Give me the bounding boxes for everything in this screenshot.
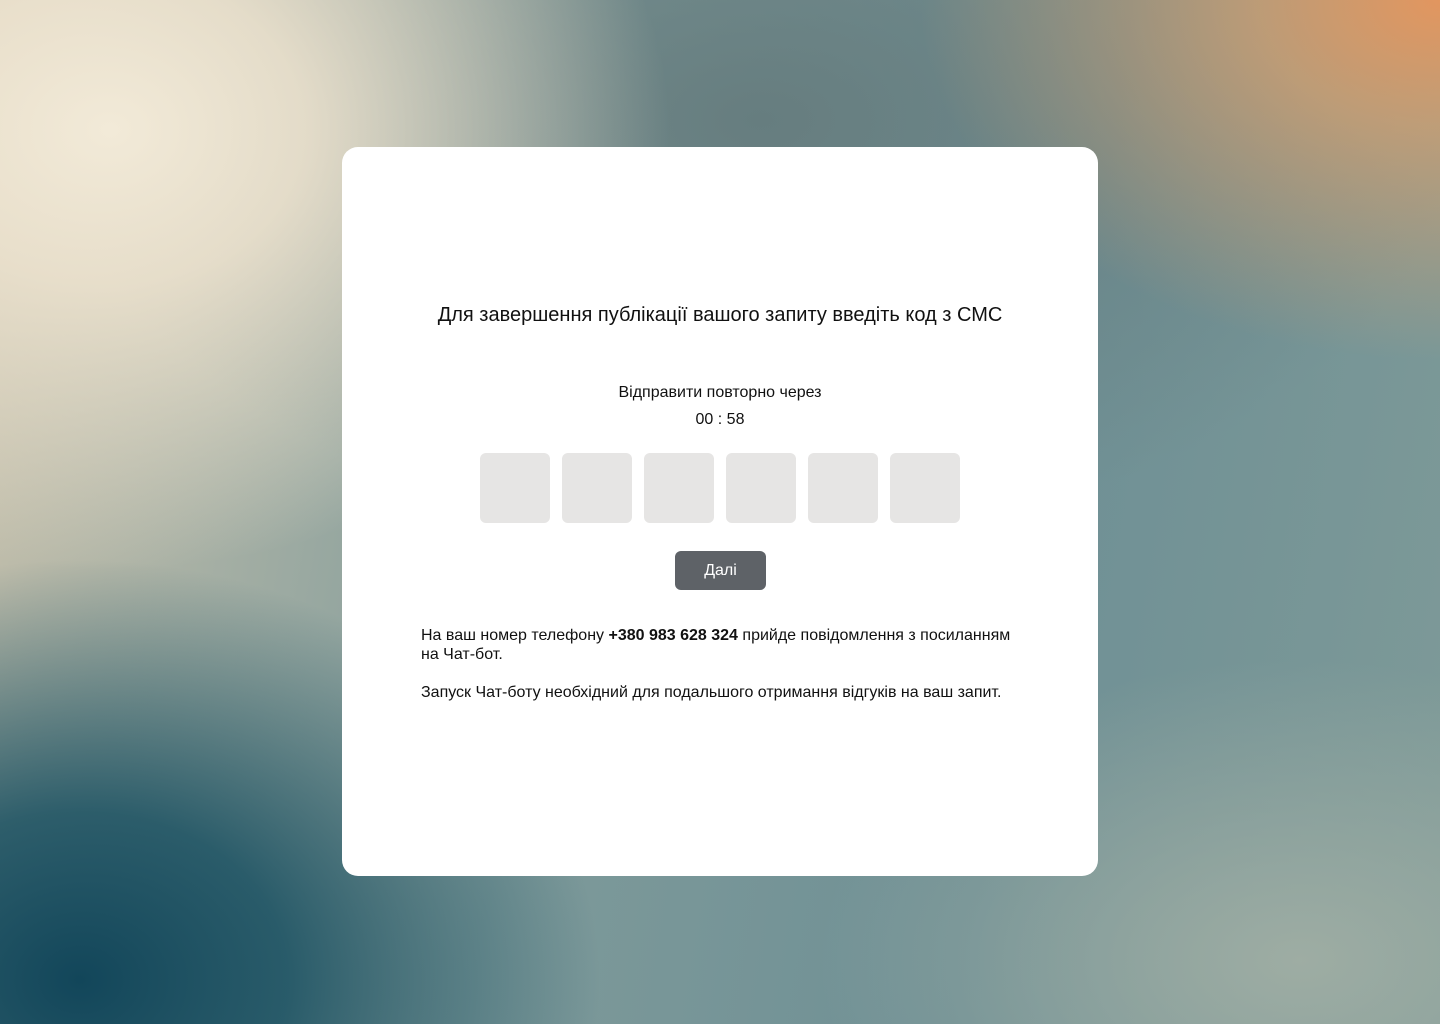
code-digit-1[interactable]	[480, 453, 550, 523]
code-digit-5[interactable]	[808, 453, 878, 523]
code-digit-2[interactable]	[562, 453, 632, 523]
sms-verification-card: Для завершення публікації вашого запиту …	[342, 147, 1098, 876]
sms-code-inputs	[480, 453, 960, 523]
phone-info-text: На ваш номер телефону +380 983 628 324 п…	[421, 626, 1021, 664]
code-digit-3[interactable]	[644, 453, 714, 523]
resend-label: Відправити повторно через	[618, 384, 822, 401]
phone-info-prefix: На ваш номер телефону	[421, 627, 605, 644]
code-digit-4[interactable]	[726, 453, 796, 523]
next-button[interactable]: Далі	[675, 551, 766, 590]
page-title: Для завершення публікації вашого запиту …	[437, 304, 1003, 326]
resend-timer: 00 : 58	[695, 411, 745, 428]
code-digit-6[interactable]	[890, 453, 960, 523]
chatbot-info-text: Запуск Чат-боту необхідний для подальшог…	[421, 684, 1002, 701]
phone-number: +380 983 628 324	[608, 627, 738, 644]
